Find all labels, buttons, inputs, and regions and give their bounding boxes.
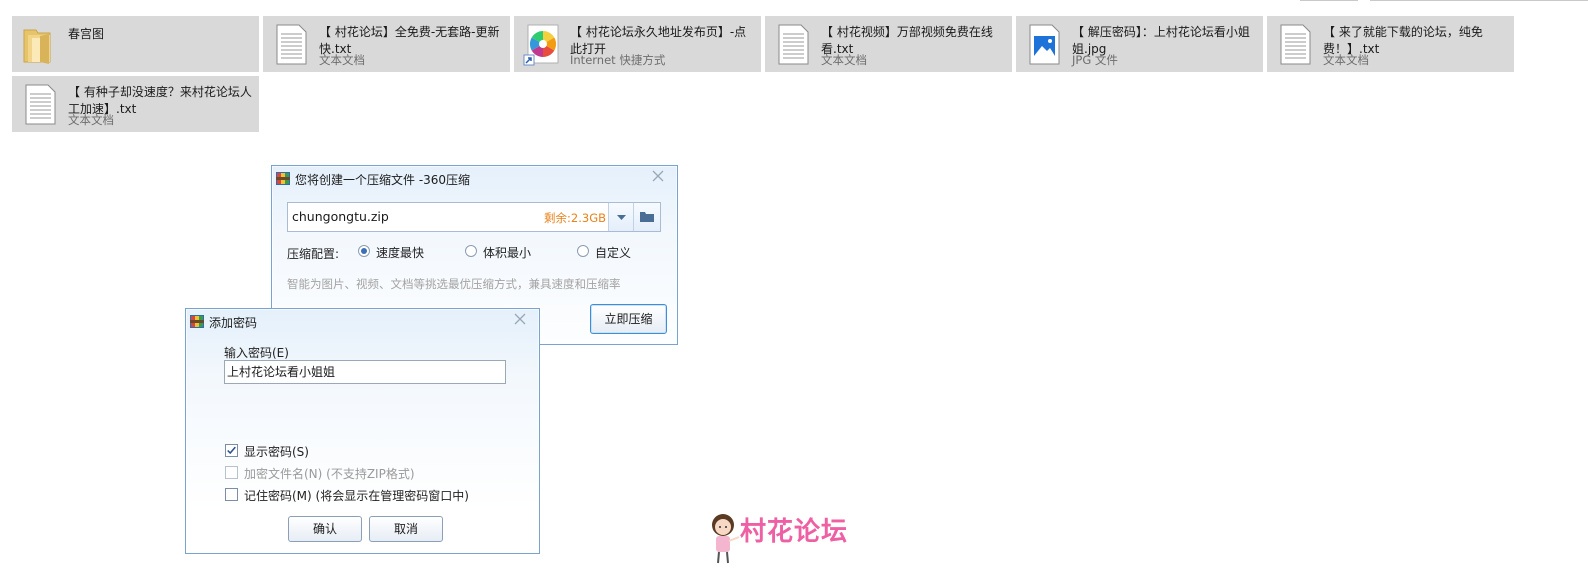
file-tile[interactable]: 【 村花视频】万部视频免费在线看.txt 文本文档	[765, 16, 1012, 72]
forum-logo: 村花论坛	[706, 511, 866, 567]
text-document-icon	[778, 24, 809, 65]
chevron-down-icon	[617, 215, 626, 220]
file-tile[interactable]: 【 村花论坛】全免费-无套路-更新快.txt 文本文档	[263, 16, 510, 72]
image-file-icon	[1029, 24, 1060, 65]
dialog-title-bar[interactable]: 您将创建一个压缩文件 -360压缩	[272, 166, 677, 190]
radio-label: 速度最快	[376, 246, 425, 260]
archive-filename[interactable]: chungongtu.zip	[292, 209, 389, 224]
checkbox-label: 加密文件名(N) (不支持ZIP格式)	[244, 467, 415, 481]
checkbox-box	[225, 466, 238, 479]
compress-hint: 智能为图片、视频、文档等挑选最优压缩方式，兼具速度和压缩率	[287, 277, 621, 291]
text-document-icon	[276, 24, 307, 65]
internet-shortcut-icon	[523, 24, 559, 66]
file-type: 文本文档	[319, 53, 365, 67]
file-type: JPG 文件	[1072, 53, 1118, 67]
radio-label: 体积最小	[483, 246, 532, 260]
top-border-segment	[1370, 0, 1588, 1]
archive-app-icon	[190, 315, 204, 328]
file-name: 春宫图	[68, 27, 105, 41]
checkbox-box[interactable]	[225, 488, 238, 501]
dialog-title: 添加密码	[209, 316, 258, 330]
radio-circle[interactable]	[577, 245, 589, 257]
file-type: 文本文档	[1323, 53, 1369, 67]
dialog-title-bar[interactable]: 添加密码	[186, 309, 539, 333]
text-document-icon	[1280, 24, 1311, 65]
file-tile[interactable]: 【 有种子却没速度？来村花论坛人工加速】.txt 文本文档	[12, 76, 259, 132]
archive-app-icon	[276, 172, 290, 185]
checkmark-icon	[227, 446, 236, 455]
text-document-icon	[25, 84, 56, 125]
logo-text: 村花论坛	[740, 517, 849, 547]
girl-mascot-icon	[712, 514, 740, 564]
file-tile[interactable]: 【 解压密码】：上村花论坛看小姐姐.jpg JPG 文件	[1016, 16, 1263, 72]
radio-label: 自定义	[595, 246, 632, 260]
file-type: Internet 快捷方式	[570, 53, 666, 67]
checkbox-box[interactable]	[225, 444, 238, 457]
file-tile[interactable]: 【 来了就能下载的论坛，纯免费！】.txt 文本文档	[1267, 16, 1514, 72]
config-label: 压缩配置:	[287, 247, 340, 261]
browse-folder-button[interactable]	[633, 203, 660, 231]
archive-path-field[interactable]: chungongtu.zip 剩余:2.3GB	[287, 202, 661, 232]
top-border-segment	[1300, 0, 1358, 1]
compress-now-button[interactable]: 立即压缩	[590, 304, 667, 334]
checkbox-label: 显示密码(S)	[244, 445, 309, 459]
cancel-button[interactable]: 取消	[369, 516, 443, 542]
confirm-button[interactable]: 确认	[288, 516, 362, 542]
file-type: 文本文档	[821, 53, 867, 67]
file-type: 文本文档	[68, 113, 114, 127]
history-dropdown-button[interactable]	[608, 203, 634, 231]
remaining-space: 剩余:2.3GB	[544, 211, 606, 225]
top-border-line	[0, 0, 1588, 2]
folder-icon	[640, 212, 654, 222]
checkbox-label: 记住密码(M) (将会显示在管理密码窗口中)	[244, 489, 469, 503]
close-icon[interactable]	[513, 312, 527, 326]
dialog-title: 您将创建一个压缩文件 -360压缩	[295, 173, 471, 187]
radio-circle[interactable]	[465, 245, 477, 257]
radio-circle[interactable]	[358, 245, 370, 257]
password-input[interactable]: 上村花论坛看小姐姐	[224, 360, 506, 384]
password-dialog: 添加密码 输入密码(E) 上村花论坛看小姐姐 显示密码(S) 加密文件名(N) …	[185, 308, 540, 554]
password-label: 输入密码(E)	[224, 346, 289, 360]
folder-icon	[23, 29, 51, 64]
file-tile-folder[interactable]: 春宫图	[12, 16, 259, 72]
file-tile[interactable]: 【 村花论坛永久地址发布页】-点此打开 Internet 快捷方式	[514, 16, 761, 72]
close-icon[interactable]	[651, 169, 665, 183]
